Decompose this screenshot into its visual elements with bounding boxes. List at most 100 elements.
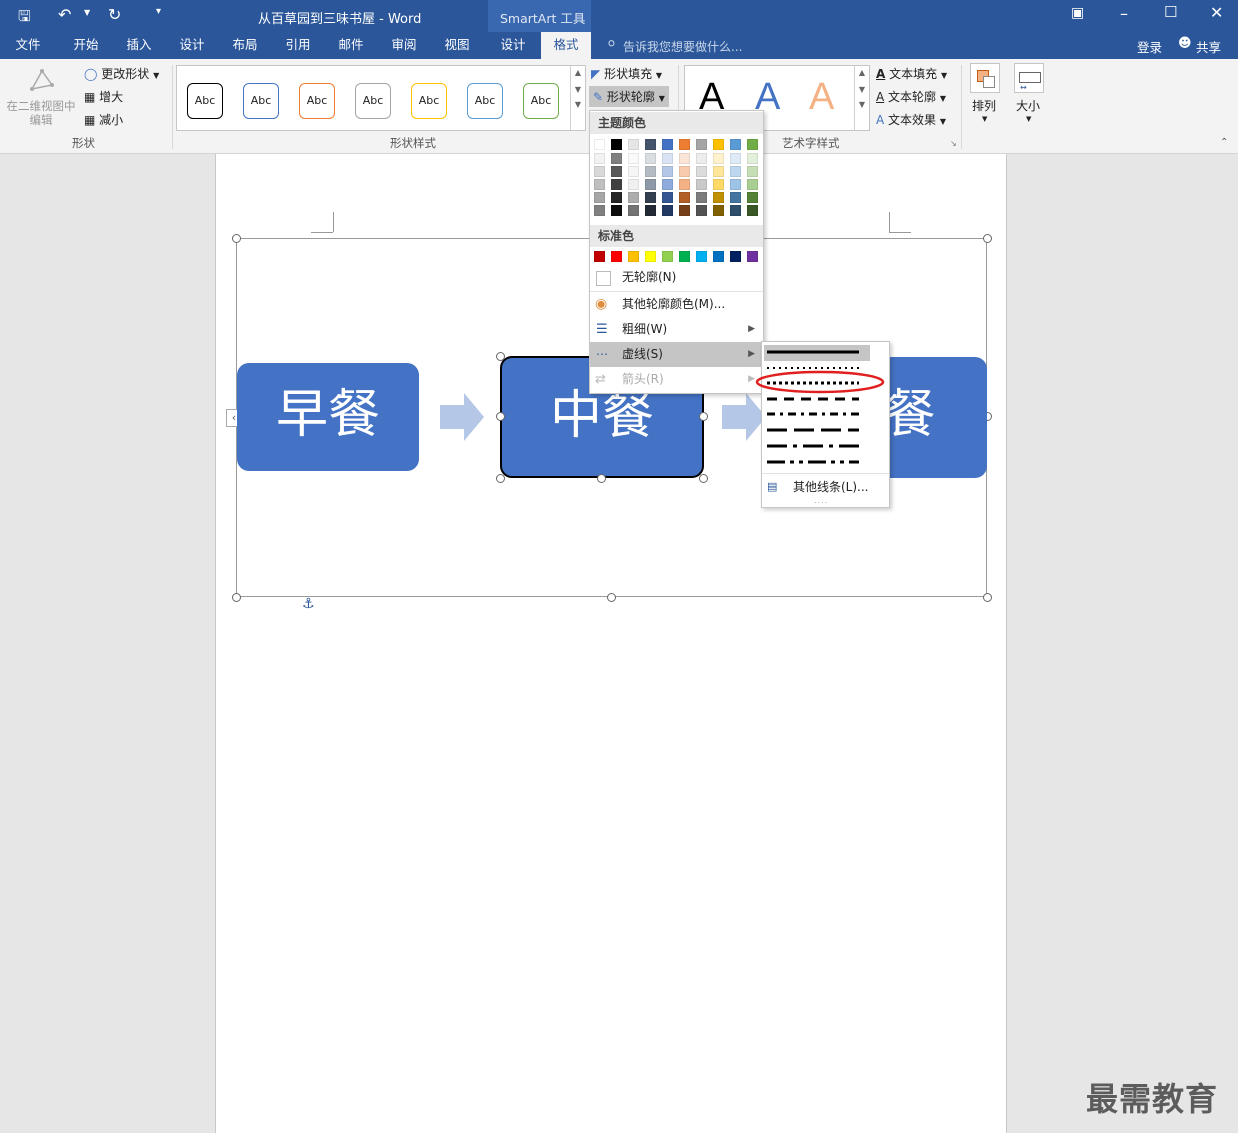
color-swatch[interactable] bbox=[730, 139, 741, 150]
color-swatch[interactable] bbox=[747, 139, 758, 150]
color-swatch[interactable] bbox=[594, 205, 605, 216]
shape-outline-button[interactable]: ✎ 形状轮廓 ▼ bbox=[589, 86, 669, 107]
tab-review[interactable]: 审阅 bbox=[382, 32, 426, 59]
color-swatch[interactable] bbox=[696, 205, 707, 216]
text-effects-button[interactable]: A 文本效果 ▼ bbox=[876, 111, 946, 128]
color-swatch[interactable] bbox=[662, 166, 673, 177]
redo-icon[interactable]: ↻ bbox=[108, 5, 121, 24]
color-swatch[interactable] bbox=[730, 192, 741, 203]
size-button[interactable]: ↔ 大小 ▼ bbox=[1012, 63, 1046, 129]
color-swatch[interactable] bbox=[713, 192, 724, 203]
color-swatch[interactable] bbox=[611, 251, 622, 262]
tell-me-input[interactable]: 告诉我您想要做什么... bbox=[623, 38, 742, 55]
gallery-more-icon[interactable]: ▼ bbox=[855, 100, 869, 109]
tab-design[interactable]: 设计 bbox=[170, 32, 214, 59]
color-swatch[interactable] bbox=[594, 179, 605, 190]
gallery-scroll[interactable]: ▲ ▼ ▼ bbox=[854, 66, 869, 130]
color-swatch[interactable] bbox=[628, 139, 639, 150]
close-icon[interactable]: ✕ bbox=[1210, 3, 1223, 22]
resize-handle[interactable] bbox=[983, 234, 992, 243]
style-preset[interactable]: Abc bbox=[243, 83, 279, 119]
larger-button[interactable]: ▦ 增大 bbox=[84, 88, 123, 105]
color-swatch[interactable] bbox=[645, 179, 656, 190]
color-swatch[interactable] bbox=[645, 192, 656, 203]
color-swatch[interactable] bbox=[747, 179, 758, 190]
color-swatch[interactable] bbox=[730, 166, 741, 177]
resize-grip[interactable]: .... bbox=[814, 496, 828, 505]
more-lines-item[interactable]: ▤ 其他线条(L)... bbox=[762, 476, 889, 498]
share-button[interactable]: ☻ 共享 bbox=[1172, 33, 1232, 57]
color-swatch[interactable] bbox=[645, 251, 656, 262]
color-swatch[interactable] bbox=[645, 139, 656, 150]
scroll-up-icon[interactable]: ▲ bbox=[855, 68, 869, 77]
color-swatch[interactable] bbox=[628, 153, 639, 164]
color-swatch[interactable] bbox=[645, 205, 656, 216]
wordart-preset[interactable]: A bbox=[809, 76, 834, 119]
color-swatch[interactable] bbox=[611, 153, 622, 164]
color-swatch[interactable] bbox=[628, 179, 639, 190]
style-preset[interactable]: Abc bbox=[355, 83, 391, 119]
color-swatch[interactable] bbox=[747, 251, 758, 262]
color-swatch[interactable] bbox=[594, 166, 605, 177]
scroll-up-icon[interactable]: ▲ bbox=[571, 68, 585, 77]
color-swatch[interactable] bbox=[696, 251, 707, 262]
style-preset[interactable]: Abc bbox=[187, 83, 223, 119]
gallery-more-icon[interactable]: ▼ bbox=[571, 100, 585, 109]
color-swatch[interactable] bbox=[628, 205, 639, 216]
smaller-button[interactable]: ▦ 减小 bbox=[84, 111, 123, 128]
color-swatch[interactable] bbox=[679, 153, 690, 164]
color-swatch[interactable] bbox=[611, 166, 622, 177]
color-swatch[interactable] bbox=[628, 251, 639, 262]
color-swatch[interactable] bbox=[594, 251, 605, 262]
color-swatch[interactable] bbox=[662, 251, 673, 262]
tab-references[interactable]: 引用 bbox=[276, 32, 320, 59]
resize-handle[interactable] bbox=[983, 593, 992, 602]
minimize-icon[interactable]: – bbox=[1120, 4, 1128, 23]
color-swatch[interactable] bbox=[628, 166, 639, 177]
no-outline-item[interactable]: 无轮廓(N) bbox=[590, 265, 763, 290]
scroll-down-icon[interactable]: ▼ bbox=[571, 85, 585, 94]
ribbon-display-icon[interactable]: ▣ bbox=[1071, 5, 1084, 21]
arrange-button[interactable]: 排列 ▼ bbox=[968, 63, 1002, 129]
tab-layout[interactable]: 布局 bbox=[223, 32, 267, 59]
login-link[interactable]: 登录 bbox=[1137, 37, 1162, 56]
collapse-ribbon-icon[interactable]: ⌃ bbox=[1220, 137, 1228, 148]
color-swatch[interactable] bbox=[645, 166, 656, 177]
color-swatch[interactable] bbox=[679, 251, 690, 262]
resize-handle[interactable] bbox=[699, 412, 708, 421]
resize-handle[interactable] bbox=[232, 234, 241, 243]
style-preset[interactable]: Abc bbox=[411, 83, 447, 119]
color-swatch[interactable] bbox=[730, 251, 741, 262]
color-swatch[interactable] bbox=[679, 179, 690, 190]
tab-format[interactable]: 格式 bbox=[541, 32, 591, 59]
resize-handle[interactable] bbox=[496, 352, 505, 361]
color-swatch[interactable] bbox=[696, 192, 707, 203]
color-swatch[interactable] bbox=[662, 153, 673, 164]
tab-insert[interactable]: 插入 bbox=[117, 32, 161, 59]
resize-handle[interactable] bbox=[597, 474, 606, 483]
color-swatch[interactable] bbox=[747, 205, 758, 216]
style-preset[interactable]: Abc bbox=[467, 83, 503, 119]
resize-handle[interactable] bbox=[496, 412, 505, 421]
color-swatch[interactable] bbox=[730, 205, 741, 216]
color-swatch[interactable] bbox=[662, 192, 673, 203]
color-swatch[interactable] bbox=[747, 192, 758, 203]
maximize-icon[interactable]: ☐ bbox=[1164, 3, 1177, 21]
weight-item[interactable]: ☰ 粗细(W) ▶ bbox=[590, 317, 763, 342]
undo-icon[interactable]: ↶ bbox=[58, 5, 71, 24]
resize-handle[interactable] bbox=[232, 593, 241, 602]
resize-handle[interactable] bbox=[496, 474, 505, 483]
edit-in-2d-button[interactable]: 在二维视图中编辑 bbox=[4, 65, 78, 127]
color-swatch[interactable] bbox=[662, 205, 673, 216]
shape-fill-button[interactable]: ◤ 形状填充 ▼ bbox=[591, 65, 662, 82]
color-swatch[interactable] bbox=[611, 179, 622, 190]
tab-smartart-design[interactable]: 设计 bbox=[490, 32, 536, 59]
color-swatch[interactable] bbox=[679, 139, 690, 150]
gallery-scroll[interactable]: ▲ ▼ ▼ bbox=[570, 66, 585, 130]
color-swatch[interactable] bbox=[662, 139, 673, 150]
color-swatch[interactable] bbox=[645, 153, 656, 164]
text-outline-button[interactable]: A 文本轮廓 ▼ bbox=[876, 88, 946, 105]
change-shape-button[interactable]: ◯ 更改形状 ▼ bbox=[84, 65, 159, 82]
color-swatch[interactable] bbox=[747, 153, 758, 164]
color-swatch[interactable] bbox=[662, 179, 673, 190]
